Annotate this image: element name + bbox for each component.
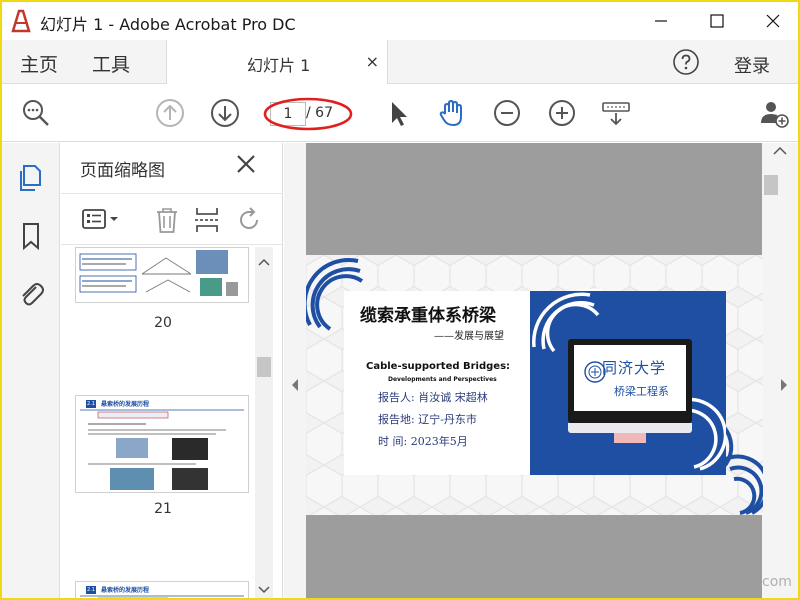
zoom-out-icon[interactable] bbox=[491, 97, 523, 129]
slide-date: 时 间: 2023年5月 bbox=[378, 435, 468, 448]
rotate-page-icon[interactable] bbox=[235, 206, 263, 234]
slide-title: 缆索承重体系桥梁 bbox=[360, 306, 496, 326]
search-zoom-icon[interactable] bbox=[20, 97, 52, 129]
bookmark-icon[interactable] bbox=[16, 221, 46, 251]
thumbnail-22-heading-number: 2.1 bbox=[86, 586, 96, 594]
highlight-ellipse bbox=[263, 97, 353, 131]
slide-page: 缆索承重体系桥梁 ——发展与展望 Cable-supported Bridges… bbox=[306, 255, 763, 515]
slide-english-title: Cable-supported Bridges: bbox=[366, 361, 511, 372]
thumbnails-toolbar bbox=[61, 193, 283, 245]
app-window: 幻灯片 1 - Adobe Acrobat Pro DC 主页 工具 幻灯片 1… bbox=[0, 0, 800, 600]
scroll-up-icon[interactable] bbox=[762, 143, 798, 159]
document-tab-label: 幻灯片 1 bbox=[247, 56, 311, 75]
monitor-screen: 同济大学 桥梁工程系 bbox=[574, 345, 686, 411]
slide-english-subtitle: Developments and Perspectives bbox=[388, 376, 497, 383]
department-name: 桥梁工程系 bbox=[614, 385, 669, 398]
thumbnail-page-22[interactable]: 2.1 悬索桥的发展历程 bbox=[75, 581, 249, 598]
thumbnail-page-20[interactable] bbox=[75, 247, 249, 303]
main-toolbar: 1 / 67 bbox=[2, 85, 798, 142]
minimize-icon bbox=[655, 20, 667, 22]
navigation-rail bbox=[2, 143, 60, 598]
watermark-text: com bbox=[762, 574, 792, 590]
prev-page-icon[interactable] bbox=[154, 97, 186, 129]
delete-page-icon[interactable] bbox=[153, 206, 181, 234]
tab-document[interactable]: 幻灯片 1 × bbox=[166, 40, 388, 84]
tab-home[interactable]: 主页 bbox=[20, 50, 58, 77]
thumbnail-21-preview bbox=[80, 409, 244, 490]
help-icon[interactable] bbox=[672, 48, 700, 76]
maximize-icon bbox=[710, 14, 724, 28]
close-icon bbox=[766, 14, 780, 28]
close-window-button[interactable] bbox=[750, 2, 796, 40]
add-user-icon[interactable] bbox=[758, 97, 790, 129]
select-cursor-icon[interactable] bbox=[382, 97, 414, 129]
monitor-base bbox=[568, 423, 692, 433]
insert-page-icon[interactable] bbox=[193, 206, 221, 234]
thumbnail-21-heading-number: 2.1 bbox=[86, 400, 96, 408]
page-thumbnails-icon[interactable] bbox=[16, 163, 46, 193]
keyboard-icon[interactable] bbox=[600, 97, 632, 129]
thumbnail-list: 20 2.1 悬索桥的发展历程 21 2.1 悬索桥的发展历程 bbox=[61, 247, 265, 598]
thumbnail-22-heading: 悬索桥的发展历程 bbox=[101, 587, 150, 594]
slide-location: 报告地: 辽宁-丹东市 bbox=[378, 413, 477, 426]
login-button[interactable]: 登录 bbox=[734, 52, 770, 78]
collapse-panel-icon[interactable] bbox=[289, 377, 301, 393]
thumbnail-20-label: 20 bbox=[154, 315, 172, 331]
scroll-up-icon[interactable] bbox=[255, 255, 273, 269]
thumbnails-scroll-thumb[interactable] bbox=[257, 357, 271, 377]
maximize-button[interactable] bbox=[694, 2, 740, 40]
thumbnail-21-label: 21 bbox=[154, 501, 172, 517]
title-bar: 幻灯片 1 - Adobe Acrobat Pro DC bbox=[2, 2, 798, 40]
app-logo-icon bbox=[7, 7, 35, 35]
scroll-down-icon[interactable] bbox=[255, 583, 273, 597]
document-scroll-thumb[interactable] bbox=[764, 175, 778, 195]
zoom-in-icon[interactable] bbox=[546, 97, 578, 129]
minimize-button[interactable] bbox=[638, 2, 684, 40]
window-title: 幻灯片 1 - Adobe Acrobat Pro DC bbox=[40, 15, 296, 34]
tab-bar: 主页 工具 幻灯片 1 × 登录 bbox=[2, 40, 798, 84]
thumbnail-20-preview bbox=[76, 248, 248, 302]
hand-tool-icon[interactable] bbox=[436, 97, 468, 129]
close-panel-icon[interactable] bbox=[235, 153, 257, 175]
expand-panel-icon[interactable] bbox=[778, 377, 790, 393]
slide-subtitle: ——发展与展望 bbox=[434, 331, 504, 342]
thumbnails-title: 页面缩略图 bbox=[80, 161, 165, 181]
thumbnail-21-heading: 悬索桥的发展历程 bbox=[101, 401, 150, 408]
monitor-stand bbox=[614, 433, 646, 443]
document-tab-close-button[interactable]: × bbox=[366, 52, 379, 71]
thumbnail-page-21[interactable]: 2.1 悬索桥的发展历程 bbox=[75, 395, 249, 493]
tab-tools[interactable]: 工具 bbox=[92, 50, 130, 77]
attachment-icon[interactable] bbox=[16, 279, 46, 309]
thumbnail-options-icon[interactable] bbox=[81, 206, 121, 234]
document-scrollbar[interactable] bbox=[762, 143, 798, 598]
slide-reporter: 报告人: 肖汝诚 宋超林 bbox=[378, 391, 488, 404]
monitor-graphic: 同济大学 桥梁工程系 bbox=[568, 339, 692, 423]
university-name: 同济大学 bbox=[602, 359, 667, 377]
next-page-icon[interactable] bbox=[209, 97, 241, 129]
thumbnails-panel: 页面缩略图 20 2.1 悬索桥的发展历程 21 2.1 悬索桥的发展历程 bbox=[61, 143, 283, 598]
thumbnails-scrollbar[interactable] bbox=[255, 247, 273, 598]
